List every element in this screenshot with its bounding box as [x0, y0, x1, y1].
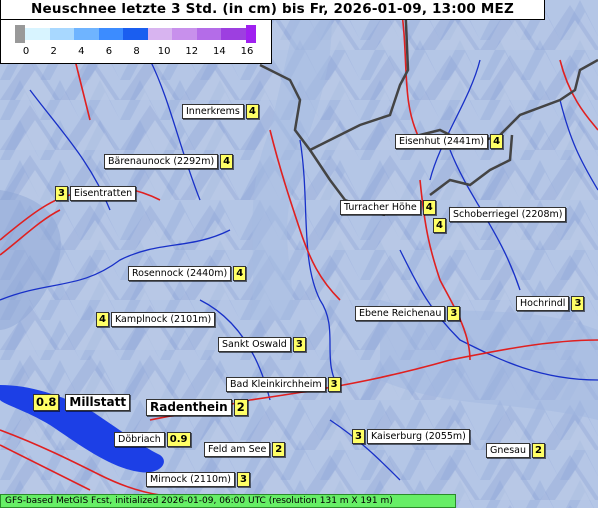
map-background — [0, 0, 598, 508]
place-schoberriegel-name: Schoberriegel (2208m) — [449, 207, 567, 222]
legend-under-swatch — [15, 25, 25, 43]
place-rosennock: Rosennock (2440m) 4 — [128, 266, 247, 281]
place-ebene-reichenau: Ebene Reichenau 3 — [355, 306, 461, 321]
place-baerenaunock: Bärenaunock (2292m) 4 — [104, 154, 234, 169]
legend-swatch — [221, 28, 246, 40]
legend-tick-label: 16 — [240, 46, 254, 57]
place-gnesau: Gnesau 2 — [486, 443, 545, 458]
place-kaiserburg: 3 Kaiserburg (2055m) — [352, 429, 470, 444]
legend-over-swatch — [246, 25, 256, 43]
place-mirnock: Mirnock (2110m) 3 — [146, 472, 250, 487]
place-eisenhut: Eisenhut (2441m) 4 — [395, 134, 504, 149]
place-turracher-hoehe: Turracher Höhe 4 — [340, 200, 436, 215]
place-innerkrems: Innerkrems 4 — [182, 104, 259, 119]
legend: 0 2 4 6 8 10 12 14 16 — [0, 20, 272, 64]
legend-swatch — [172, 28, 197, 40]
legend-tick-label: 10 — [157, 46, 171, 57]
place-feld-am-see: Feld am See 2 — [204, 442, 286, 457]
legend-swatch — [123, 28, 148, 40]
place-millstatt: 0.8 Millstatt — [33, 394, 131, 411]
forecast-info-footer: GFS-based MetGIS Fcst, initialized 2026-… — [0, 494, 456, 508]
legend-tick-label: 14 — [213, 46, 226, 57]
place-eisentratten: 3 Eisentratten — [55, 186, 137, 201]
legend-tick-label: 0 — [22, 46, 30, 57]
legend-swatch — [98, 28, 124, 40]
place-kamplnock: 4 Kamplnock (2101m) — [96, 312, 216, 327]
legend-tick-label: 4 — [78, 46, 85, 57]
legend-tick-label: 12 — [185, 46, 199, 57]
legend-tick-label: 2 — [50, 46, 57, 57]
legend-swatch — [25, 28, 50, 40]
place-radenthein: Radenthein 2 — [146, 399, 248, 416]
place-hochrindl: Hochrindl 3 — [516, 296, 585, 311]
place-bad-kleinkirchheim: Bad Kleinkirchheim 3 — [226, 377, 341, 392]
legend-tick-label: 8 — [133, 46, 140, 57]
snow-map: Neuschnee letzte 3 Std. (in cm) bis Fr, … — [0, 0, 598, 508]
place-schoberriegel: 4 — [433, 218, 448, 233]
legend-swatch — [147, 28, 173, 40]
legend-tick-label: 6 — [105, 46, 113, 57]
legend-swatch — [74, 28, 99, 40]
page-title: Neuschnee letzte 3 Std. (in cm) bis Fr, … — [0, 0, 545, 20]
place-sankt-oswald: Sankt Oswald 3 — [218, 337, 306, 352]
legend-swatch — [196, 28, 222, 40]
legend-color-bar — [25, 28, 246, 40]
place-doebriach: Döbriach 0.9 — [114, 432, 191, 447]
legend-swatch — [49, 28, 75, 40]
